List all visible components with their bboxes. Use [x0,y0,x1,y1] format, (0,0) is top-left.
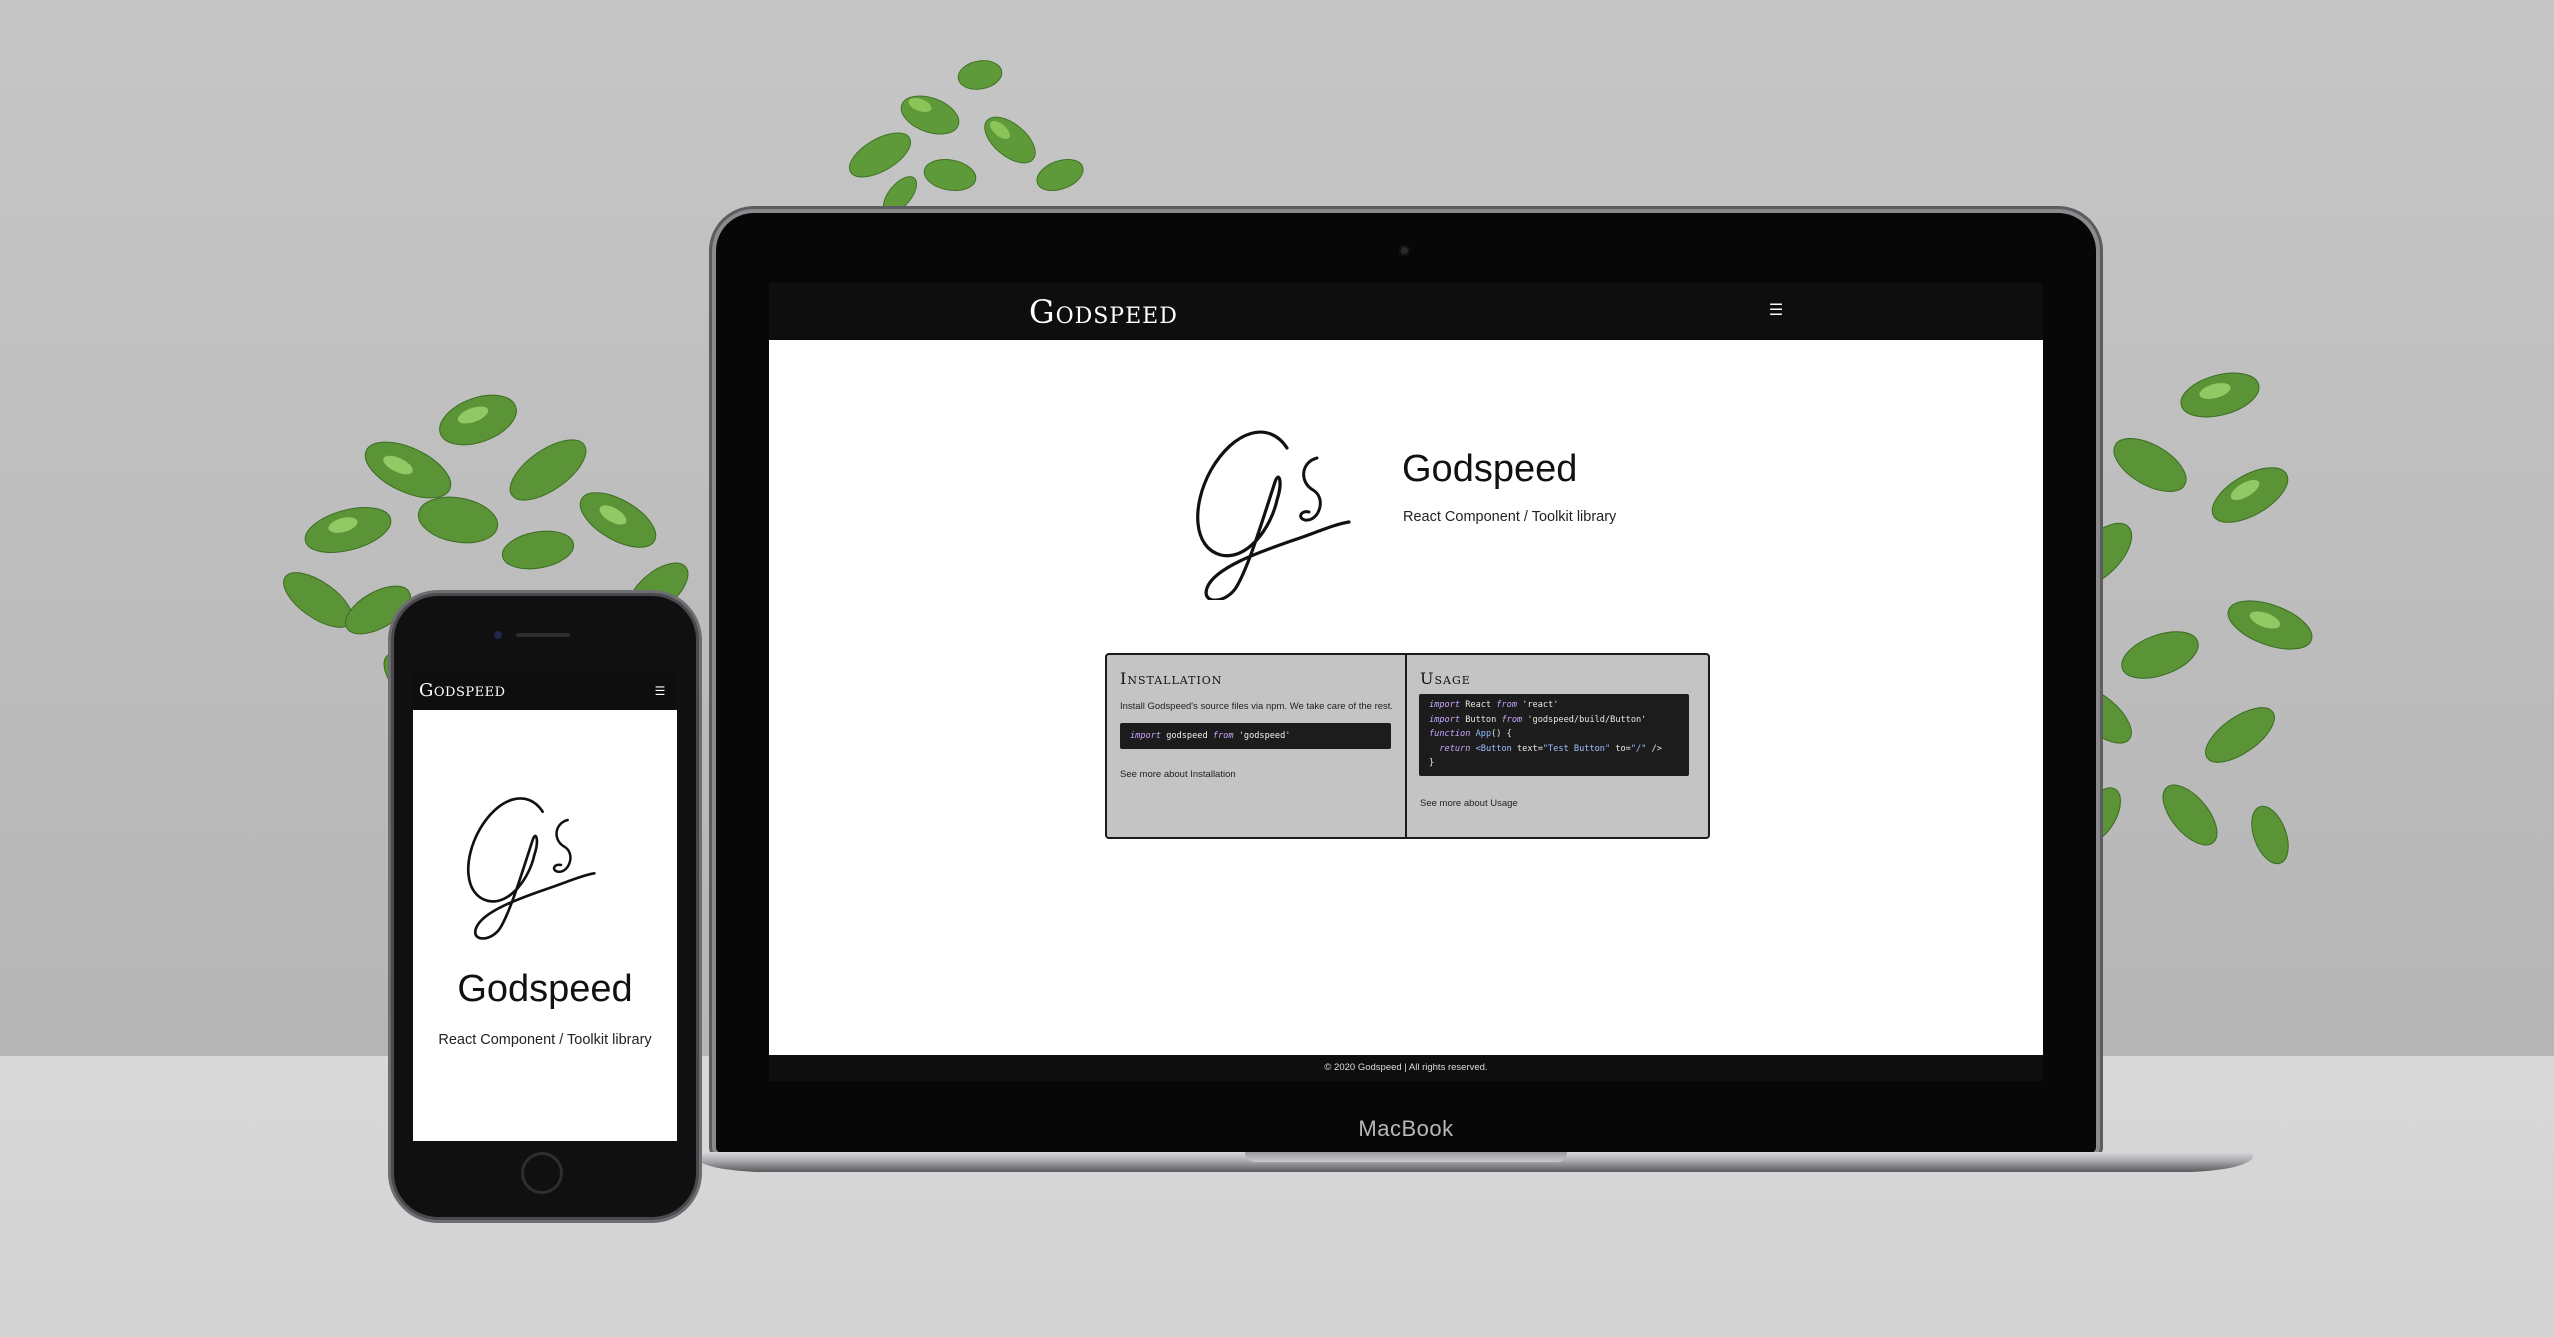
usage-link[interactable]: See more about Usage [1420,798,1518,809]
home-button[interactable] [521,1152,563,1194]
usage-heading: Usage [1420,669,1471,688]
mobile-page: Godspeed ☰ Godspeed React Component / To… [413,672,677,1141]
device-brand-label: MacBook [1358,1116,1454,1141]
installation-code-block: import godspeed from 'godspeed' [1120,723,1391,749]
earpiece-speaker [516,633,570,637]
desktop-navbar: Godspeed ☰ [769,283,2043,340]
gs-signature-icon [1196,430,1351,600]
desktop-brand-link[interactable]: Godspeed [1029,288,1178,336]
installation-card: Installation Install Godspeed's source f… [1107,655,1407,837]
hamburger-icon[interactable]: ☰ [651,681,669,701]
hamburger-icon[interactable]: ☰ [1763,297,1789,325]
gs-signature-icon [467,797,596,940]
usage-card: Usage import React from 'react' import Bu… [1407,655,1707,837]
mobile-page-title: Godspeed [457,968,633,1010]
installation-text: Install Godspeed's source files via npm.… [1120,701,1394,712]
desktop-page: Godspeed ☰ Godspeed React Component / To… [769,283,2043,1081]
mobile-navbar: Godspeed ☰ [413,672,677,710]
webcam-icon [1399,245,1410,256]
plant-top-image [848,60,1084,214]
desktop-page-title: Godspeed [1402,448,1578,490]
info-cards: Installation Install Godspeed's source f… [1105,653,1710,839]
laptop-lid-notch [1245,1152,1567,1162]
phone-device: Godspeed ☰ Godspeed React Component / To… [394,596,696,1217]
desktop-footer: © 2020 Godspeed | All rights reserved. [769,1055,2043,1081]
installation-heading: Installation [1120,669,1223,688]
mobile-brand-link[interactable]: Godspeed [419,672,506,710]
usage-code-block: import React from 'react' import Button f… [1419,694,1689,776]
mobile-page-subtitle: React Component / Toolkit library [438,1032,652,1048]
desktop-page-subtitle: React Component / Toolkit library [1403,509,1617,525]
front-camera-icon [494,631,502,639]
installation-link[interactable]: See more about Installation [1120,769,1236,780]
product-mockup-scene: MacBook Godspeed ☰ Godspeed React Compon… [0,0,2554,1337]
